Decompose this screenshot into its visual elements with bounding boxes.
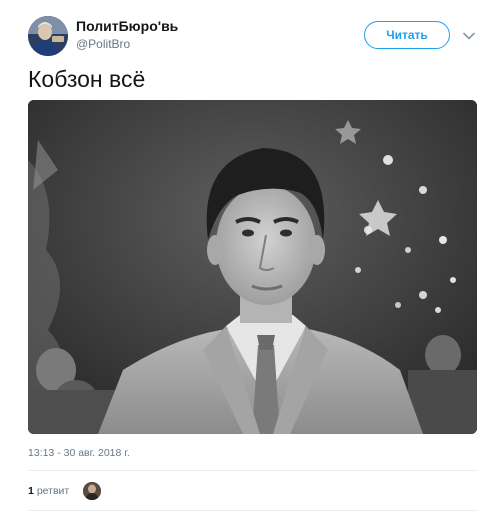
chevron-down-icon <box>463 32 475 40</box>
retweeter-avatar[interactable] <box>83 482 102 500</box>
tweet-photo[interactable] <box>28 100 477 434</box>
author-display-name[interactable]: ПолитБюро'вь <box>76 17 178 35</box>
tweet-stats: 1 ретвит <box>28 482 102 500</box>
retweet-label: ретвит <box>36 485 70 497</box>
stats-divider-bottom <box>28 510 477 511</box>
profile-photo-icon <box>28 16 68 56</box>
black-and-white-portrait-photo <box>28 100 477 434</box>
author-avatar[interactable] <box>28 16 68 56</box>
tweet-card: ПолитБюро'вь @PolitBro Читать Кобзон всё <box>0 0 501 518</box>
tweet-text: Кобзон всё <box>28 66 146 92</box>
retweeter-avatar-icon <box>83 482 102 500</box>
retweet-stat[interactable]: 1 ретвит <box>28 483 69 499</box>
stats-divider-top <box>28 470 477 471</box>
tweet-timestamp[interactable]: 13:13 - 30 авг. 2018 г. <box>28 445 130 461</box>
author-info: ПолитБюро'вь @PolitBro <box>76 17 178 53</box>
retweet-count: 1 <box>28 485 34 497</box>
tweet-menu-button[interactable] <box>460 27 478 45</box>
follow-button[interactable]: Читать <box>364 21 450 49</box>
author-handle[interactable]: @PolitBro <box>76 36 178 53</box>
